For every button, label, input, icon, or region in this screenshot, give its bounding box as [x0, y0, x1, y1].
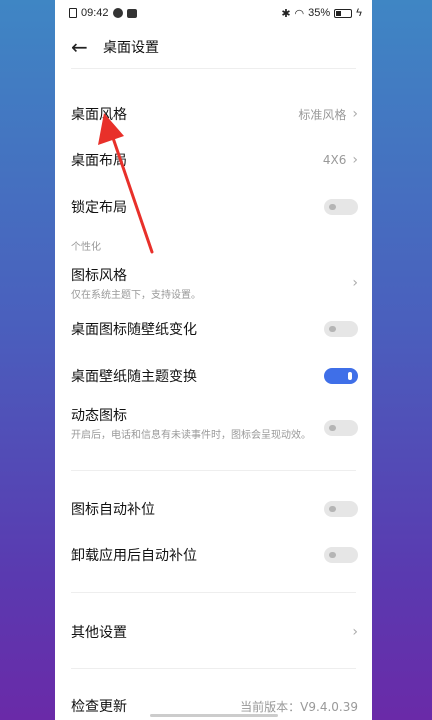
setting-desktop-layout[interactable]: 桌面布局 4X6 ›: [71, 148, 358, 172]
charging-icon: ϟ: [356, 7, 362, 19]
home-indicator[interactable]: [150, 714, 278, 717]
setting-value-wrap: 当前版本：V9.4.0.39: [240, 698, 358, 715]
setting-label: 桌面壁纸随主题变换: [71, 369, 197, 385]
battery-percent: 35%: [308, 7, 331, 19]
sim-icon: [69, 8, 77, 18]
setting-uninstall-auto-fill: 卸载应用后自动补位: [71, 543, 358, 567]
icon-auto-fill-toggle[interactable]: [324, 501, 358, 517]
header: ← 桌面设置: [55, 26, 372, 68]
divider: [71, 470, 356, 471]
setting-icon-follow-wallpaper: 桌面图标随壁纸变化: [71, 317, 358, 341]
divider: [71, 68, 356, 69]
status-time: 09:42: [81, 7, 109, 19]
chevron-right-icon: ›: [352, 624, 358, 640]
bluetooth-icon: ✱: [281, 7, 291, 20]
setting-label: 桌面布局: [71, 153, 127, 169]
battery-icon: [334, 8, 353, 18]
setting-wallpaper-follow-theme: 桌面壁纸随主题变换: [71, 364, 358, 388]
chevron-right-icon: ›: [352, 106, 358, 122]
divider: [71, 668, 356, 669]
setting-icon-style[interactable]: 图标风格 仅在系统主题下，支持设置。 ›: [71, 264, 358, 302]
notification-icon: [126, 8, 137, 18]
status-bar: 09:42 ✱ ◠ 35% ϟ: [55, 0, 372, 26]
setting-label: 图标风格: [71, 267, 127, 284]
icon-follow-wallpaper-toggle[interactable]: [324, 321, 358, 337]
version-value: 当前版本：V9.4.0.39: [240, 699, 358, 714]
lock-layout-toggle[interactable]: [324, 199, 358, 215]
uninstall-auto-fill-toggle[interactable]: [324, 547, 358, 563]
wifi-icon: ◠: [294, 7, 305, 20]
setting-other-settings[interactable]: 其他设置 ›: [71, 620, 358, 644]
chevron-right-icon: ›: [352, 275, 358, 291]
setting-label: 图标自动补位: [71, 502, 155, 518]
setting-value-wrap: ›: [352, 275, 358, 291]
setting-value: 4X6: [322, 153, 347, 167]
dynamic-icons-toggle[interactable]: [324, 420, 358, 436]
chevron-right-icon: ›: [352, 152, 358, 168]
setting-subtext: 仅在系统主题下，支持设置。: [71, 289, 201, 301]
setting-value-wrap: ›: [352, 624, 358, 640]
setting-dynamic-icons: 动态图标 开启后，电话和信息有未读事件时，图标会呈现动效。: [71, 405, 358, 455]
back-arrow-icon[interactable]: ←: [71, 35, 99, 59]
setting-label: 检查更新: [71, 699, 127, 715]
setting-label: 其他设置: [71, 625, 127, 641]
setting-lock-layout: 锁定布局: [71, 195, 358, 219]
setting-value: 标准风格: [298, 107, 347, 122]
setting-value-wrap: 4X6 ›: [323, 152, 358, 168]
setting-desktop-style[interactable]: 桌面风格 标准风格 ›: [71, 102, 358, 126]
divider: [71, 592, 356, 593]
setting-label: 锁定布局: [71, 200, 127, 216]
section-header-personalization: 个性化: [71, 242, 101, 253]
page-title: 桌面设置: [103, 40, 159, 56]
setting-value-wrap: 标准风格 ›: [298, 106, 358, 123]
setting-label: 动态图标: [71, 408, 127, 424]
setting-subtext: 开启后，电话和信息有未读事件时，图标会呈现动效。: [71, 430, 311, 441]
setting-label: 卸载应用后自动补位: [71, 548, 197, 564]
wallpaper-follow-theme-toggle[interactable]: [324, 368, 358, 384]
setting-label: 桌面风格: [71, 107, 127, 123]
face-icon: [112, 8, 123, 18]
setting-icon-auto-fill: 图标自动补位: [71, 497, 358, 521]
phone-screen: 09:42 ✱ ◠ 35% ϟ ← 桌面设置 桌面风格 标准风格 › 桌面布局 …: [55, 0, 372, 720]
setting-label: 桌面图标随壁纸变化: [71, 322, 197, 338]
